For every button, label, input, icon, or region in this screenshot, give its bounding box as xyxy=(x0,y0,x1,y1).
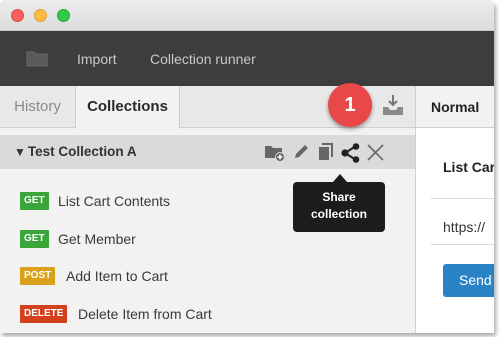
step-number-badge: 1 xyxy=(328,83,372,127)
request-name: Add Item to Cart xyxy=(66,268,168,284)
request-item[interactable]: POST Add Item to Cart xyxy=(20,267,220,285)
close-window-button[interactable] xyxy=(11,9,24,22)
collection-header[interactable]: ▼ Test Collection A xyxy=(0,135,415,169)
request-item[interactable]: GET List Cart Contents xyxy=(20,192,220,210)
request-pane: Normal List Car https:// Send xyxy=(415,86,494,333)
zoom-window-button[interactable] xyxy=(57,9,70,22)
collection-title[interactable]: ▼ Test Collection A xyxy=(14,144,137,159)
divider xyxy=(431,244,494,245)
share-icon[interactable] xyxy=(340,143,362,163)
url-input[interactable]: https:// xyxy=(443,219,485,235)
duplicate-icon[interactable] xyxy=(317,143,334,162)
request-name: List Cart Contents xyxy=(58,193,171,209)
delete-icon[interactable] xyxy=(366,143,385,162)
app-window: Import Collection runner History Collect… xyxy=(0,0,494,333)
expand-triangle-icon[interactable]: ▼ xyxy=(14,145,26,159)
tab-normal[interactable]: Normal xyxy=(431,99,479,115)
method-badge: DELETE xyxy=(20,305,68,323)
tab-collections[interactable]: Collections xyxy=(75,86,180,129)
title-bar xyxy=(0,0,494,31)
method-badge: GET xyxy=(20,230,49,248)
import-collection-icon[interactable] xyxy=(381,94,405,118)
minimize-window-button[interactable] xyxy=(34,9,47,22)
toolbar: Import Collection runner xyxy=(0,31,494,86)
method-badge: GET xyxy=(20,192,49,210)
method-badge: POST xyxy=(20,267,56,285)
request-title: List Car xyxy=(443,159,494,175)
share-collection-tooltip: Share collection xyxy=(293,174,385,232)
request-item[interactable]: GET Get Member xyxy=(20,230,220,248)
request-name: Get Member xyxy=(58,231,136,247)
tooltip-line: collection xyxy=(310,207,367,221)
send-button[interactable]: Send xyxy=(443,264,494,297)
tooltip-line: Share xyxy=(322,190,356,204)
request-item[interactable]: DELETE Delete Item from Cart xyxy=(20,305,260,323)
collection-name: Test Collection A xyxy=(27,144,137,159)
collection-runner-button[interactable]: Collection runner xyxy=(150,51,256,67)
tab-history[interactable]: History xyxy=(0,86,75,128)
request-name: Delete Item from Cart xyxy=(78,306,212,322)
edit-icon[interactable] xyxy=(292,143,310,161)
request-pane-tabs: Normal xyxy=(416,86,494,128)
divider xyxy=(431,198,494,199)
folder-icon[interactable] xyxy=(26,50,48,67)
add-folder-icon[interactable] xyxy=(264,143,285,162)
import-button[interactable]: Import xyxy=(77,51,117,67)
